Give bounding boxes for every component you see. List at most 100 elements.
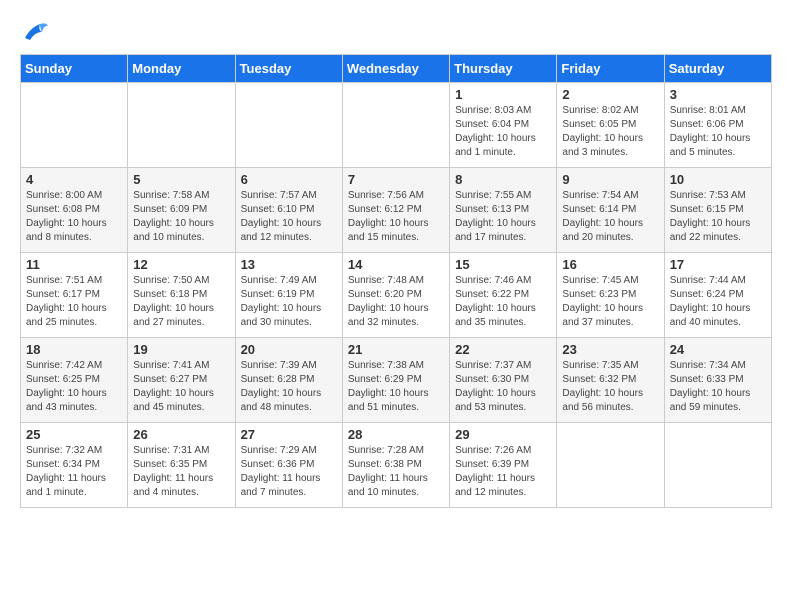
calendar-cell: 12Sunrise: 7:50 AM Sunset: 6:18 PM Dayli… [128, 253, 235, 338]
day-info: Sunrise: 7:39 AM Sunset: 6:28 PM Dayligh… [241, 359, 337, 415]
day-number: 19 [133, 342, 229, 357]
day-info: Sunrise: 7:55 AM Sunset: 6:13 PM Dayligh… [455, 189, 551, 245]
day-number: 29 [455, 427, 551, 442]
day-info: Sunrise: 7:48 AM Sunset: 6:20 PM Dayligh… [348, 274, 444, 330]
logo [20, 20, 54, 44]
day-number: 10 [670, 172, 766, 187]
day-header-friday: Friday [557, 55, 664, 83]
day-number: 2 [562, 87, 658, 102]
day-number: 13 [241, 257, 337, 272]
calendar-cell: 5 Sunrise: 7:58 AM Sunset: 6:09 PM Daylig… [128, 168, 235, 253]
day-number: 16 [562, 257, 658, 272]
day-info: Sunrise: 8:01 AM Sunset: 6:06 PM Dayligh… [670, 104, 766, 160]
calendar-cell: 25 Sunrise: 7:32 AM Sunset: 6:34 PM Dayli… [21, 423, 128, 508]
day-info: Sunrise: 7:56 AM Sunset: 6:12 PM Dayligh… [348, 189, 444, 245]
day-number: 22 [455, 342, 551, 357]
day-header-thursday: Thursday [450, 55, 557, 83]
day-number: 21 [348, 342, 444, 357]
day-header-monday: Monday [128, 55, 235, 83]
calendar-cell: 29 Sunrise: 7:26 AM Sunset: 6:39 PM Dayli… [450, 423, 557, 508]
day-info: Sunrise: 7:28 AM Sunset: 6:38 PM Dayligh… [348, 444, 444, 500]
calendar-cell [128, 83, 235, 168]
day-info: Sunrise: 7:44 AM Sunset: 6:24 PM Dayligh… [670, 274, 766, 330]
day-info: Sunrise: 7:41 AM Sunset: 6:27 PM Dayligh… [133, 359, 229, 415]
day-info: Sunrise: 7:38 AM Sunset: 6:29 PM Dayligh… [348, 359, 444, 415]
day-info: Sunrise: 7:45 AM Sunset: 6:23 PM Dayligh… [562, 274, 658, 330]
calendar-cell: 3 Sunrise: 8:01 AM Sunset: 6:06 PM Daylig… [664, 83, 771, 168]
day-number: 23 [562, 342, 658, 357]
day-number: 11 [26, 257, 122, 272]
calendar-cell: 10 Sunrise: 7:53 AM Sunset: 6:15 PM Dayli… [664, 168, 771, 253]
calendar-cell [21, 83, 128, 168]
day-number: 4 [26, 172, 122, 187]
day-number: 12 [133, 257, 229, 272]
calendar-cell: 16 Sunrise: 7:45 AM Sunset: 6:23 PM Dayli… [557, 253, 664, 338]
day-number: 6 [241, 172, 337, 187]
calendar-cell: 6 Sunrise: 7:57 AM Sunset: 6:10 PM Daylig… [235, 168, 342, 253]
calendar-cell [342, 83, 449, 168]
calendar-cell: 21 Sunrise: 7:38 AM Sunset: 6:29 PM Dayli… [342, 338, 449, 423]
day-info: Sunrise: 7:49 AM Sunset: 6:19 PM Dayligh… [241, 274, 337, 330]
day-info: Sunrise: 7:58 AM Sunset: 6:09 PM Dayligh… [133, 189, 229, 245]
calendar-cell: 23 Sunrise: 7:35 AM Sunset: 6:32 PM Dayli… [557, 338, 664, 423]
calendar-cell: 22 Sunrise: 7:37 AM Sunset: 6:30 PM Dayli… [450, 338, 557, 423]
day-info: Sunrise: 8:02 AM Sunset: 6:05 PM Dayligh… [562, 104, 658, 160]
day-info: Sunrise: 7:53 AM Sunset: 6:15 PM Dayligh… [670, 189, 766, 245]
day-number: 3 [670, 87, 766, 102]
calendar-cell: 9 Sunrise: 7:54 AM Sunset: 6:14 PM Daylig… [557, 168, 664, 253]
calendar-cell: 20 Sunrise: 7:39 AM Sunset: 6:28 PM Dayli… [235, 338, 342, 423]
day-number: 17 [670, 257, 766, 272]
day-info: Sunrise: 7:37 AM Sunset: 6:30 PM Dayligh… [455, 359, 551, 415]
day-number: 25 [26, 427, 122, 442]
calendar-cell: 19 Sunrise: 7:41 AM Sunset: 6:27 PM Dayli… [128, 338, 235, 423]
day-number: 18 [26, 342, 122, 357]
day-info: Sunrise: 7:57 AM Sunset: 6:10 PM Dayligh… [241, 189, 337, 245]
day-number: 1 [455, 87, 551, 102]
day-header-sunday: Sunday [21, 55, 128, 83]
day-number: 28 [348, 427, 444, 442]
day-number: 26 [133, 427, 229, 442]
day-number: 8 [455, 172, 551, 187]
calendar-cell: 18 Sunrise: 7:42 AM Sunset: 6:25 PM Dayli… [21, 338, 128, 423]
calendar-cell: 2 Sunrise: 8:02 AM Sunset: 6:05 PM Daylig… [557, 83, 664, 168]
day-number: 20 [241, 342, 337, 357]
calendar-cell: 8 Sunrise: 7:55 AM Sunset: 6:13 PM Daylig… [450, 168, 557, 253]
calendar-cell: 4 Sunrise: 8:00 AM Sunset: 6:08 PM Daylig… [21, 168, 128, 253]
calendar-table: SundayMondayTuesdayWednesdayThursdayFrid… [20, 54, 772, 508]
day-header-tuesday: Tuesday [235, 55, 342, 83]
day-info: Sunrise: 7:31 AM Sunset: 6:35 PM Dayligh… [133, 444, 229, 500]
day-info: Sunrise: 7:29 AM Sunset: 6:36 PM Dayligh… [241, 444, 337, 500]
day-number: 7 [348, 172, 444, 187]
day-info: Sunrise: 7:46 AM Sunset: 6:22 PM Dayligh… [455, 274, 551, 330]
calendar-cell [235, 83, 342, 168]
day-info: Sunrise: 7:26 AM Sunset: 6:39 PM Dayligh… [455, 444, 551, 500]
calendar-cell: 11 Sunrise: 7:51 AM Sunset: 6:17 PM Dayli… [21, 253, 128, 338]
calendar-cell: 7 Sunrise: 7:56 AM Sunset: 6:12 PM Daylig… [342, 168, 449, 253]
calendar-cell: 14Sunrise: 7:48 AM Sunset: 6:20 PM Dayli… [342, 253, 449, 338]
day-info: Sunrise: 8:00 AM Sunset: 6:08 PM Dayligh… [26, 189, 122, 245]
calendar-cell [664, 423, 771, 508]
calendar-cell: 1 Sunrise: 8:03 AM Sunset: 6:04 PM Daylig… [450, 83, 557, 168]
day-info: Sunrise: 7:35 AM Sunset: 6:32 PM Dayligh… [562, 359, 658, 415]
day-info: Sunrise: 7:54 AM Sunset: 6:14 PM Dayligh… [562, 189, 658, 245]
calendar-cell: 28 Sunrise: 7:28 AM Sunset: 6:38 PM Dayli… [342, 423, 449, 508]
calendar-cell: 24 Sunrise: 7:34 AM Sunset: 6:33 PM Dayli… [664, 338, 771, 423]
calendar-cell: 15 Sunrise: 7:46 AM Sunset: 6:22 PM Dayli… [450, 253, 557, 338]
calendar-cell [557, 423, 664, 508]
calendar-cell: 27 Sunrise: 7:29 AM Sunset: 6:36 PM Dayli… [235, 423, 342, 508]
day-info: Sunrise: 7:32 AM Sunset: 6:34 PM Dayligh… [26, 444, 122, 500]
day-info: Sunrise: 7:51 AM Sunset: 6:17 PM Dayligh… [26, 274, 122, 330]
day-info: Sunrise: 7:34 AM Sunset: 6:33 PM Dayligh… [670, 359, 766, 415]
day-number: 5 [133, 172, 229, 187]
day-number: 24 [670, 342, 766, 357]
day-info: Sunrise: 8:03 AM Sunset: 6:04 PM Dayligh… [455, 104, 551, 160]
day-info: Sunrise: 7:42 AM Sunset: 6:25 PM Dayligh… [26, 359, 122, 415]
day-number: 15 [455, 257, 551, 272]
day-header-wednesday: Wednesday [342, 55, 449, 83]
calendar-cell: 13 Sunrise: 7:49 AM Sunset: 6:19 PM Dayli… [235, 253, 342, 338]
day-number: 9 [562, 172, 658, 187]
day-number: 27 [241, 427, 337, 442]
calendar-cell: 26 Sunrise: 7:31 AM Sunset: 6:35 PM Dayli… [128, 423, 235, 508]
page-header [20, 20, 772, 44]
day-header-saturday: Saturday [664, 55, 771, 83]
